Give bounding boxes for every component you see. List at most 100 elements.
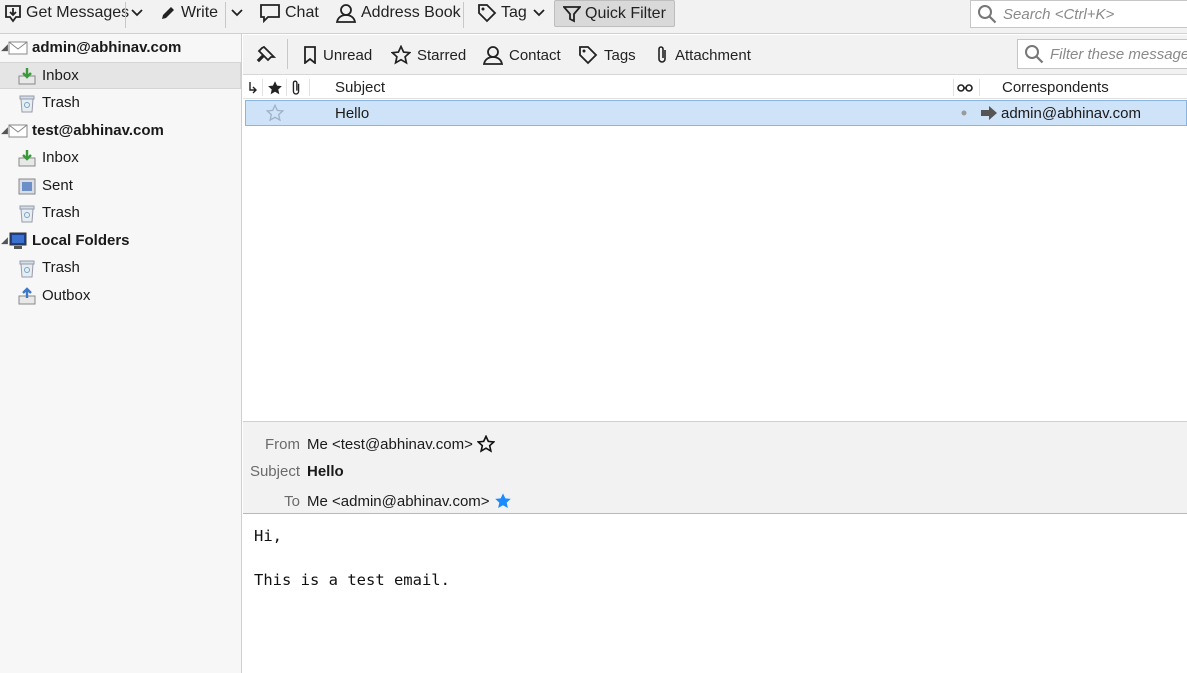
to-value[interactable]: Me <admin@abhinav.com> bbox=[307, 492, 512, 510]
tag-button[interactable]: Tag bbox=[477, 0, 545, 26]
global-search-input[interactable] bbox=[1003, 5, 1183, 23]
folder-trash-admin[interactable]: Trash bbox=[0, 89, 241, 116]
mail-account-icon bbox=[8, 38, 28, 58]
toolbar-divider bbox=[225, 2, 226, 28]
star-outline-icon bbox=[391, 45, 411, 65]
from-address[interactable]: Me <test@abhinav.com> bbox=[307, 436, 473, 453]
attachment-column-header[interactable] bbox=[290, 76, 302, 99]
filter-messages-box[interactable] bbox=[1017, 39, 1187, 69]
quick-filter-button[interactable]: Quick Filter bbox=[554, 0, 675, 27]
star-filled-icon bbox=[494, 493, 511, 509]
collapse-twisty-icon[interactable]: ◢ bbox=[1, 42, 8, 53]
tag-icon bbox=[579, 46, 598, 65]
thread-column-toggle[interactable] bbox=[248, 76, 258, 99]
search-icon bbox=[1025, 45, 1044, 64]
folder-label: Inbox bbox=[42, 67, 79, 84]
filter-attachment-label: Attachment bbox=[675, 46, 751, 64]
folder-outbox-local[interactable]: Outbox bbox=[0, 282, 241, 309]
unread-dot-icon bbox=[961, 110, 967, 116]
inbox-icon bbox=[17, 148, 37, 168]
table-row[interactable]: Hello admin@abhinav.com bbox=[245, 100, 1187, 126]
main-toolbar: Get Messages Write Chat Address Book Tag… bbox=[0, 0, 1187, 34]
global-search-box[interactable] bbox=[970, 0, 1187, 28]
read-status-column-header[interactable] bbox=[957, 76, 973, 99]
chat-button[interactable]: Chat bbox=[259, 0, 319, 26]
get-messages-dropdown[interactable] bbox=[128, 0, 146, 26]
trash-icon bbox=[17, 258, 37, 278]
get-messages-label: Get Messages bbox=[26, 4, 130, 21]
filter-tags-button[interactable]: Tags bbox=[578, 41, 636, 69]
chat-label: Chat bbox=[285, 4, 319, 21]
subject-column-header[interactable]: Subject bbox=[335, 76, 385, 99]
tag-label: Tag bbox=[501, 4, 527, 21]
message-correspondent: admin@abhinav.com bbox=[1001, 104, 1142, 122]
subject-value: Hello bbox=[307, 462, 344, 480]
write-button[interactable]: Write bbox=[159, 0, 218, 26]
sent-icon bbox=[17, 176, 37, 196]
thread-column-header: Subject Correspondents bbox=[243, 76, 1187, 99]
paperclip-icon bbox=[292, 80, 300, 95]
message-subject: Hello bbox=[335, 104, 370, 122]
from-row: From Me <test@abhinav.com> bbox=[243, 433, 1187, 455]
folder-sent-test[interactable]: Sent bbox=[0, 172, 241, 199]
folder-trash-test[interactable]: Trash bbox=[0, 199, 241, 226]
to-row: To Me <admin@abhinav.com> bbox=[243, 490, 1187, 512]
subject-label: Subject bbox=[249, 462, 300, 480]
collapse-twisty-icon[interactable]: ◢ bbox=[1, 125, 8, 136]
filter-contact-button[interactable]: Contact bbox=[483, 41, 561, 69]
folder-label: Trash bbox=[42, 204, 80, 221]
outbox-icon bbox=[17, 286, 37, 306]
contact-star[interactable] bbox=[494, 492, 512, 510]
toolbar-divider bbox=[463, 2, 464, 28]
to-address[interactable]: Me <admin@abhinav.com> bbox=[307, 493, 490, 510]
account-test[interactable]: ◢ test@abhinav.com bbox=[0, 117, 241, 144]
column-divider bbox=[262, 79, 263, 96]
arrow-right-icon bbox=[981, 106, 997, 120]
contact-icon bbox=[335, 4, 357, 23]
filter-unread-button[interactable]: Unread bbox=[303, 41, 372, 69]
starred-column-header[interactable] bbox=[267, 76, 283, 99]
correspondents-column-header[interactable]: Correspondents bbox=[1002, 76, 1109, 99]
contact-icon bbox=[483, 46, 503, 65]
filter-tags-label: Tags bbox=[604, 46, 636, 64]
quick-filter-label: Quick Filter bbox=[585, 4, 666, 22]
account-local-folders[interactable]: ◢ Local Folders bbox=[0, 227, 241, 254]
folder-trash-local[interactable]: Trash bbox=[0, 254, 241, 281]
pin-icon bbox=[256, 45, 276, 63]
sticky-filter-toggle[interactable] bbox=[256, 41, 276, 69]
filter-funnel-icon bbox=[563, 5, 581, 22]
address-book-button[interactable]: Address Book bbox=[335, 0, 461, 26]
star-toggle[interactable] bbox=[266, 101, 284, 125]
mail-account-icon bbox=[8, 121, 28, 141]
read-status-dot[interactable] bbox=[961, 101, 967, 125]
thread-icon bbox=[249, 81, 257, 93]
column-divider bbox=[979, 79, 980, 96]
column-divider bbox=[953, 79, 954, 96]
account-admin[interactable]: ◢ admin@abhinav.com bbox=[0, 34, 241, 61]
address-book-label: Address Book bbox=[361, 4, 461, 21]
folder-label: Trash bbox=[42, 94, 80, 111]
inbox-icon bbox=[17, 66, 37, 86]
from-value[interactable]: Me <test@abhinav.com> bbox=[307, 435, 495, 453]
get-messages-button[interactable]: Get Messages bbox=[4, 0, 129, 26]
add-contact-star[interactable] bbox=[476, 435, 495, 453]
toolbar-divider bbox=[125, 2, 126, 28]
message-header: From Me <test@abhinav.com> Subject Hello… bbox=[243, 421, 1187, 514]
folder-inbox-test[interactable]: Inbox bbox=[0, 144, 241, 171]
write-dropdown[interactable] bbox=[228, 0, 246, 26]
star-filled-icon bbox=[268, 80, 282, 94]
filter-starred-button[interactable]: Starred bbox=[391, 41, 466, 69]
to-label: To bbox=[284, 492, 300, 510]
filter-attachment-button[interactable]: Attachment bbox=[655, 41, 751, 69]
filter-contact-label: Contact bbox=[509, 46, 561, 64]
chat-bubble-icon bbox=[260, 4, 280, 23]
column-divider bbox=[286, 79, 287, 96]
collapse-twisty-icon[interactable]: ◢ bbox=[1, 235, 8, 246]
trash-icon bbox=[17, 93, 37, 113]
outgoing-arrow bbox=[980, 101, 998, 125]
chevron-down-icon bbox=[231, 9, 243, 17]
account-name: test@abhinav.com bbox=[32, 122, 164, 139]
filter-messages-input[interactable] bbox=[1050, 45, 1187, 63]
tag-icon bbox=[478, 4, 497, 23]
folder-inbox-admin[interactable]: Inbox bbox=[0, 62, 241, 89]
